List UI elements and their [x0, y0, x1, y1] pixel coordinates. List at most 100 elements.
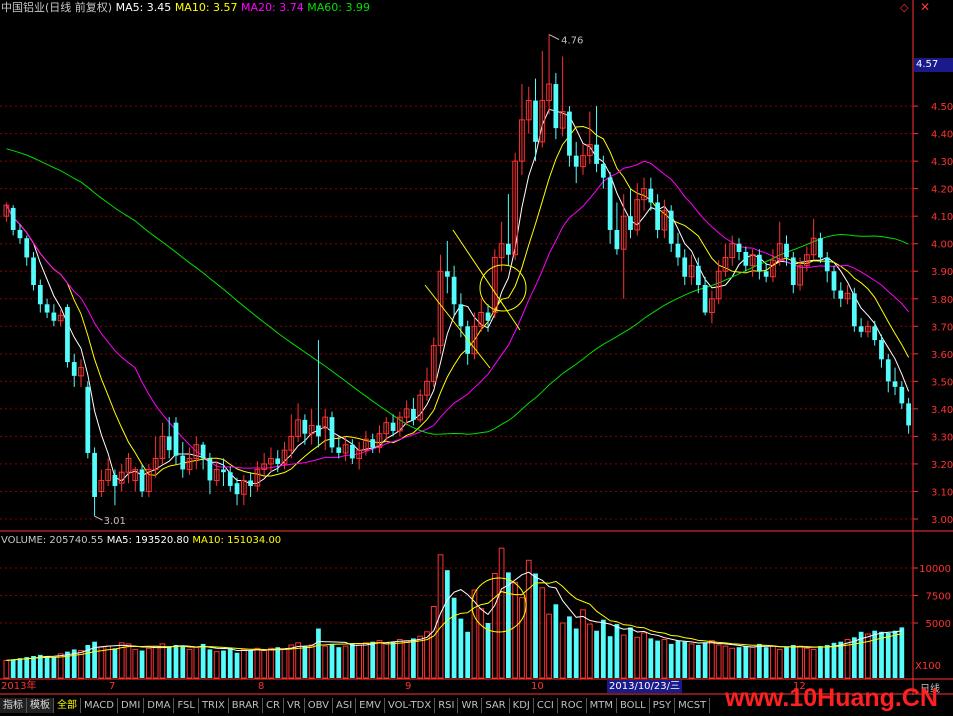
price-tick-label: 3.10: [931, 487, 953, 498]
candle-body-down: [818, 238, 823, 258]
tab-brar[interactable]: BRAR: [229, 698, 263, 713]
candle-body-down: [553, 84, 559, 129]
candle-body-down: [85, 386, 91, 453]
candle-body-down: [648, 188, 654, 203]
candle-body-down: [37, 285, 43, 305]
tab-全部[interactable]: 全部: [54, 698, 81, 713]
tab-kdj[interactable]: KDJ: [510, 698, 534, 713]
candle-body-down: [872, 326, 878, 341]
volume-header: VOLUME: 205740.55 MA5: 193520.80 MA10: 1…: [1, 534, 281, 548]
tab-roc[interactable]: ROC: [558, 698, 587, 713]
tab-mcst[interactable]: MCST: [675, 698, 711, 713]
candle-body-down: [411, 408, 416, 420]
ma5-line: [5, 108, 910, 485]
tab-dma[interactable]: DMA: [144, 698, 175, 713]
volume-bar-up: [288, 644, 295, 679]
tab-wr[interactable]: WR: [458, 698, 483, 713]
tab-indicators[interactable]: 指标: [0, 698, 27, 713]
tab-fsl[interactable]: FSL: [174, 698, 199, 713]
tab-dmi[interactable]: DMI: [118, 698, 145, 713]
tab-templates[interactable]: 模板: [27, 698, 54, 713]
tab-cr[interactable]: CR: [263, 698, 284, 713]
candle-body-down: [200, 444, 206, 459]
volume-bar-down: [600, 619, 606, 678]
volume-bar-up: [213, 651, 220, 679]
ma10-value: MA10: 3.57: [174, 1, 238, 14]
volume-bar-down: [200, 643, 206, 678]
tab-asi[interactable]: ASI: [333, 698, 357, 713]
candle-body-down: [790, 257, 796, 286]
x-label-month-7: 7: [109, 681, 116, 692]
volume-bar-down: [553, 604, 559, 678]
candle-body-down: [675, 243, 681, 258]
volume-bar-down: [248, 650, 253, 678]
candle-body-down: [743, 251, 749, 266]
volume-bar-up: [512, 581, 519, 679]
ma5-value: MA5: 3.45: [115, 1, 172, 14]
close-icon[interactable]: ✕: [920, 0, 930, 14]
candle-body-down: [329, 417, 335, 448]
tab-mtm[interactable]: MTM: [587, 698, 617, 713]
volume-bar-up: [865, 633, 871, 679]
candle-body-down: [24, 238, 30, 258]
volume-bar-down: [465, 631, 471, 678]
ma20-line: [5, 160, 909, 469]
volume-bar-down: [784, 647, 789, 678]
volume-bar-up: [749, 646, 756, 679]
chart-header: 中国铝业(日线 前复权) MA5: 3.45 MA10: 3.57 MA20: …: [1, 1, 370, 15]
candle-body-down: [485, 312, 491, 321]
tab-boll[interactable]: BOLL: [617, 698, 650, 713]
cursor-date-label: 2013/10/23/三: [607, 680, 683, 693]
candle-body-down: [221, 469, 226, 473]
diamond-icon[interactable]: ◇: [900, 1, 908, 14]
tab-cci[interactable]: CCI: [534, 698, 558, 713]
tab-vr[interactable]: VR: [284, 698, 305, 713]
stock-chart[interactable]: 4.50 4.40 4.30 4.20 4.10 4.00 3.90 3.80 3.70 3.60…: [0, 0, 953, 716]
tab-psy[interactable]: PSY: [650, 698, 676, 713]
candle-body-down: [248, 480, 253, 486]
volume-bar-down: [451, 597, 457, 678]
candle-body-down: [763, 271, 769, 277]
candle-body-down: [879, 340, 884, 360]
volume-bar-up: [3, 659, 10, 679]
candle-body-down: [207, 458, 213, 481]
candle-body-down: [173, 422, 179, 456]
candle-body-down: [227, 472, 233, 486]
volume-bar-up: [770, 645, 776, 679]
volume-bar-down: [31, 656, 36, 678]
volume-bars: [3, 547, 905, 679]
candle-body-down: [336, 447, 342, 453]
volume-bar-up: [641, 632, 647, 679]
volume-bar-up: [580, 609, 586, 679]
volume-bar-down: [756, 643, 762, 678]
price-tick-label: 4.50: [931, 102, 953, 113]
tab-sar[interactable]: SAR: [482, 698, 510, 713]
volume-bar-up: [261, 650, 268, 679]
tab-obv[interactable]: OBV: [305, 698, 333, 713]
candle-body-down: [31, 257, 36, 286]
volume-bar-down: [221, 650, 226, 678]
tab-vol-tdx[interactable]: VOL-TDX: [385, 698, 436, 713]
candle-body-down: [892, 381, 898, 387]
tab-macd[interactable]: MACD: [81, 698, 118, 713]
tab-rsi[interactable]: RSI: [435, 698, 459, 713]
tab-trix[interactable]: TRIX: [199, 698, 229, 713]
volume-bar-up: [268, 647, 274, 679]
price-tick-label: 4.20: [931, 185, 953, 196]
tab-emv[interactable]: EMV: [356, 698, 385, 713]
candle-body-down: [702, 285, 708, 313]
candle-body-down: [851, 293, 857, 327]
candle-body-down: [370, 439, 376, 448]
candle-body-down: [831, 271, 837, 291]
volume-bar-down: [607, 636, 613, 678]
volume-bar-down: [180, 646, 186, 678]
candle-body-down: [858, 326, 864, 332]
volume-bar-down: [675, 640, 681, 678]
volume-bar-up: [396, 639, 403, 679]
volume-bar-up: [322, 645, 329, 679]
volume-bar-up: [342, 645, 349, 679]
volume-bar-up: [383, 642, 390, 679]
volume-bar-up: [634, 636, 641, 679]
volume-bar-down: [65, 651, 70, 678]
volume-bar-down: [743, 646, 749, 678]
